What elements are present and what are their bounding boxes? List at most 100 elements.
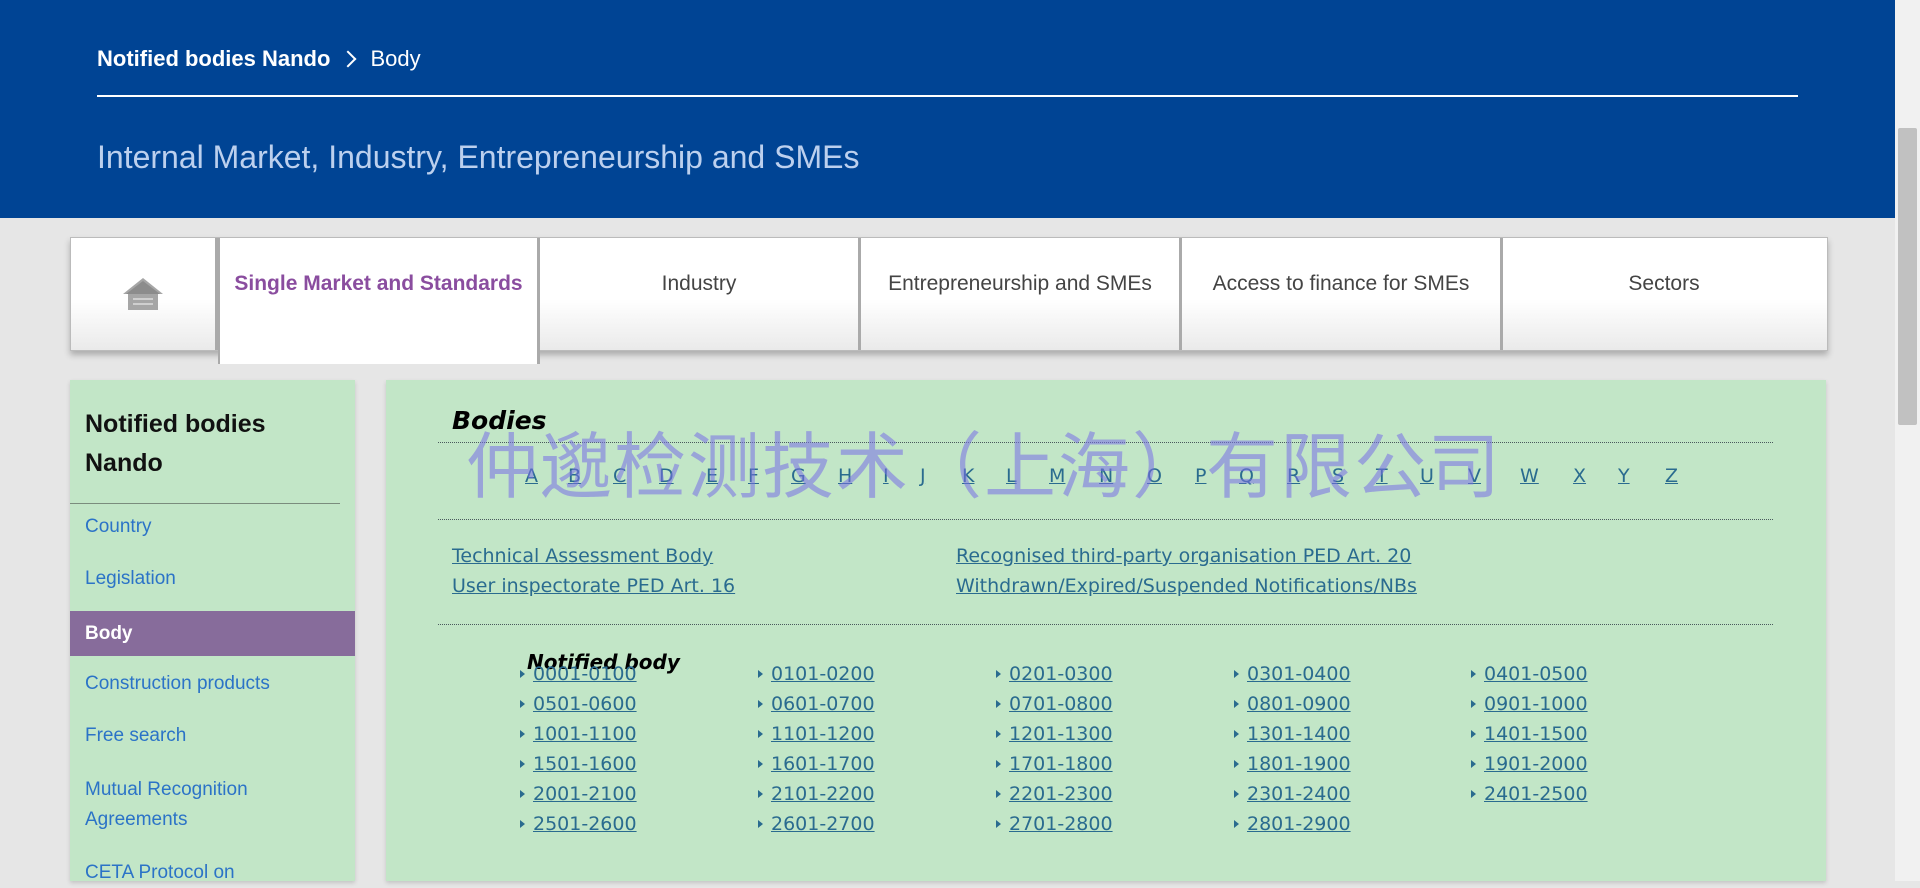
range-link-2701-2800[interactable]: 2701-2800 — [996, 813, 1113, 835]
nav-label: Entrepreneurship and SMEs — [888, 272, 1152, 295]
breadcrumb-link-nando[interactable]: Notified bodies Nando — [97, 46, 330, 72]
range-label: 2801-2900 — [1247, 813, 1351, 835]
caret-right-icon — [996, 730, 1001, 738]
letter-link-d[interactable]: D — [659, 465, 674, 487]
range-label: 2501-2600 — [533, 813, 637, 835]
nav-entrepreneurship[interactable]: Entrepreneurship and SMEs — [861, 238, 1182, 350]
site-header: Notified bodies Nando Body Internal Mark… — [0, 0, 1895, 218]
letter-link-n[interactable]: N — [1099, 465, 1113, 487]
range-link-2301-2400[interactable]: 2301-2400 — [1234, 783, 1351, 805]
caret-right-icon — [996, 670, 1001, 678]
letter-link-p[interactable]: P — [1195, 465, 1206, 487]
range-link-2401-2500[interactable]: 2401-2500 — [1471, 783, 1588, 805]
letter-link-u[interactable]: U — [1420, 465, 1434, 487]
letter-link-y[interactable]: Y — [1618, 465, 1630, 487]
nav-single-market[interactable]: Single Market and Standards — [218, 238, 540, 364]
range-link-1001-1100[interactable]: 1001-1100 — [520, 723, 637, 745]
range-link-1601-1700[interactable]: 1601-1700 — [758, 753, 875, 775]
nav-home[interactable] — [71, 238, 218, 350]
letter-link-e[interactable]: E — [706, 465, 718, 487]
range-link-0401-0500[interactable]: 0401-0500 — [1471, 663, 1588, 685]
letter-link-v[interactable]: V — [1468, 465, 1481, 487]
letter-link-i[interactable]: I — [883, 465, 889, 487]
letter-link-q[interactable]: Q — [1239, 465, 1254, 487]
range-link-0701-0800[interactable]: 0701-0800 — [996, 693, 1113, 715]
letter-link-m[interactable]: M — [1049, 465, 1065, 487]
caret-right-icon — [758, 730, 763, 738]
range-label: 2101-2200 — [771, 783, 875, 805]
link-technical-assessment-body[interactable]: Technical Assessment Body — [452, 545, 713, 567]
scrollbar-thumb[interactable] — [1898, 128, 1917, 425]
range-label: 1901-2000 — [1484, 753, 1588, 775]
range-label: 0501-0600 — [533, 693, 637, 715]
range-link-0901-1000[interactable]: 0901-1000 — [1471, 693, 1588, 715]
chevron-right-icon — [339, 50, 357, 68]
letter-link-z[interactable]: Z — [1665, 465, 1678, 487]
letter-link-t[interactable]: T — [1376, 465, 1388, 487]
range-link-1701-1800[interactable]: 1701-1800 — [996, 753, 1113, 775]
range-label: 0901-1000 — [1484, 693, 1588, 715]
sidebar-item-free-search[interactable]: Free search — [70, 721, 355, 751]
sidebar-item-mra[interactable]: Mutual Recognition Agreements — [70, 775, 280, 835]
letter-link-j[interactable]: J — [920, 465, 926, 487]
nav-sectors[interactable]: Sectors — [1503, 238, 1825, 350]
sidebar-item-ceta[interactable]: CETA Protocol on — [70, 858, 355, 888]
sidebar-item-construction-products[interactable]: Construction products — [70, 669, 355, 699]
range-link-0301-0400[interactable]: 0301-0400 — [1234, 663, 1351, 685]
letter-link-w[interactable]: W — [1520, 465, 1539, 487]
nav-industry[interactable]: Industry — [540, 238, 861, 350]
range-link-1401-1500[interactable]: 1401-1500 — [1471, 723, 1588, 745]
letter-link-f[interactable]: F — [748, 465, 759, 487]
range-link-2201-2300[interactable]: 2201-2300 — [996, 783, 1113, 805]
sidebar-item-body[interactable]: Body — [70, 611, 355, 656]
range-link-0001-0100[interactable]: 0001-0100 — [520, 663, 637, 685]
range-link-2801-2900[interactable]: 2801-2900 — [1234, 813, 1351, 835]
sidebar-item-legislation[interactable]: Legislation — [70, 564, 355, 594]
letter-link-r[interactable]: R — [1287, 465, 1300, 487]
range-link-1901-2000[interactable]: 1901-2000 — [1471, 753, 1588, 775]
link-user-inspectorate[interactable]: User inspectorate PED Art. 16 — [452, 575, 735, 597]
caret-right-icon — [520, 820, 525, 828]
letter-link-g[interactable]: G — [791, 465, 806, 487]
letter-link-l[interactable]: L — [1006, 465, 1017, 487]
range-link-2101-2200[interactable]: 2101-2200 — [758, 783, 875, 805]
sidebar-title: Notified bodies Nando — [85, 410, 266, 477]
range-link-2001-2100[interactable]: 2001-2100 — [520, 783, 637, 805]
range-link-1501-1600[interactable]: 1501-1600 — [520, 753, 637, 775]
letter-link-s[interactable]: S — [1332, 465, 1344, 487]
range-link-1201-1300[interactable]: 1201-1300 — [996, 723, 1113, 745]
letter-link-a[interactable]: A — [525, 465, 538, 487]
caret-right-icon — [1471, 700, 1476, 708]
sidebar-item-country[interactable]: Country — [70, 512, 355, 542]
range-link-0201-0300[interactable]: 0201-0300 — [996, 663, 1113, 685]
letter-link-h[interactable]: H — [838, 465, 852, 487]
range-link-0101-0200[interactable]: 0101-0200 — [758, 663, 875, 685]
link-recognised-third-party[interactable]: Recognised third-party organisation PED … — [956, 545, 1411, 567]
letter-link-k[interactable]: K — [962, 465, 974, 487]
main-panel: Bodies A B C D E F G H I J K L M N O P Q R S T U V W X Y Z Techni… — [386, 380, 1826, 881]
range-link-0601-0700[interactable]: 0601-0700 — [758, 693, 875, 715]
range-link-1101-1200[interactable]: 1101-1200 — [758, 723, 875, 745]
range-link-0501-0600[interactable]: 0501-0600 — [520, 693, 637, 715]
letter-link-c[interactable]: C — [613, 465, 626, 487]
caret-right-icon — [520, 760, 525, 768]
site-title[interactable]: Internal Market, Industry, Entrepreneurs… — [97, 139, 859, 176]
link-withdrawn-notifications[interactable]: Withdrawn/Expired/Suspended Notification… — [956, 575, 1417, 597]
letter-link-b[interactable]: B — [568, 465, 581, 487]
range-link-0801-0900[interactable]: 0801-0900 — [1234, 693, 1351, 715]
nav-label: Single Market and Standards — [234, 272, 523, 295]
range-link-1301-1400[interactable]: 1301-1400 — [1234, 723, 1351, 745]
range-label: 1801-1900 — [1247, 753, 1351, 775]
range-link-2501-2600[interactable]: 2501-2600 — [520, 813, 637, 835]
nav-access-finance[interactable]: Access to finance for SMEs — [1182, 238, 1503, 350]
letter-link-o[interactable]: O — [1147, 465, 1162, 487]
range-label: 0601-0700 — [771, 693, 875, 715]
range-label: 0801-0900 — [1247, 693, 1351, 715]
range-link-1801-1900[interactable]: 1801-1900 — [1234, 753, 1351, 775]
letter-link-x[interactable]: X — [1573, 465, 1586, 487]
range-label: 1701-1800 — [1009, 753, 1113, 775]
caret-right-icon — [520, 730, 525, 738]
range-link-2601-2700[interactable]: 2601-2700 — [758, 813, 875, 835]
range-label: 2001-2100 — [533, 783, 637, 805]
caret-right-icon — [996, 760, 1001, 768]
